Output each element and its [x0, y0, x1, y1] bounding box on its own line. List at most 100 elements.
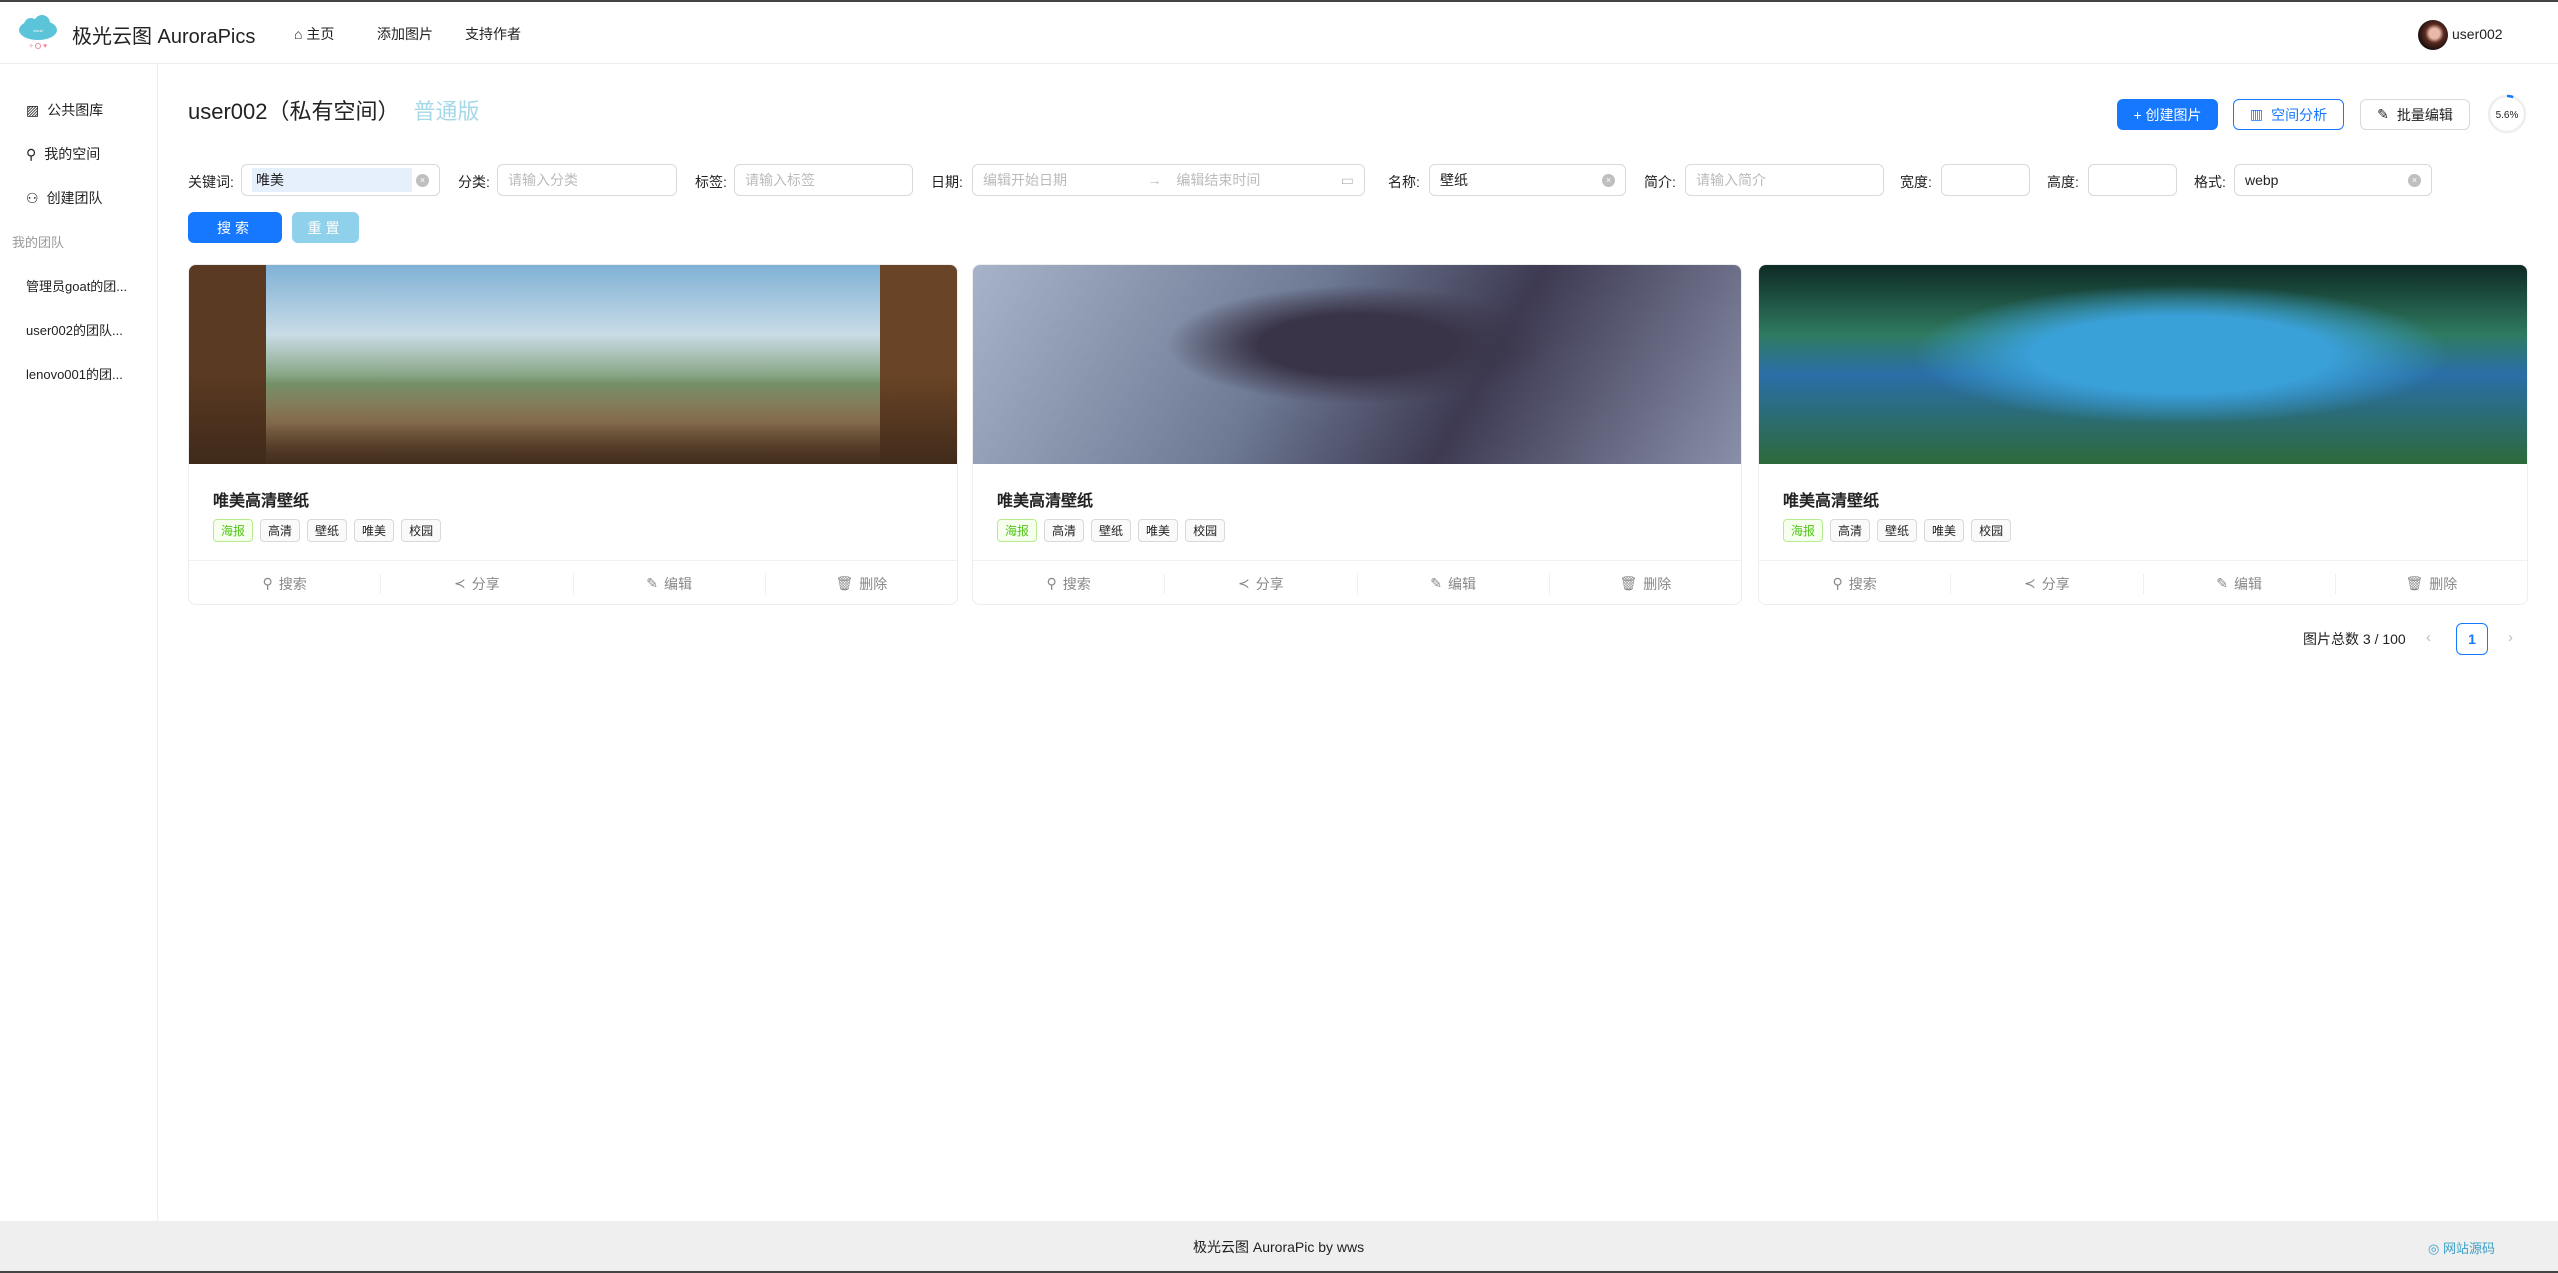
nav-home[interactable]: ⌂ 主页 [294, 24, 334, 44]
format-input[interactable]: webp × [2234, 164, 2432, 196]
tag: 高清 [1830, 519, 1871, 542]
search-icon: ⚲ [1832, 575, 1843, 591]
edit-action-button[interactable]: ✎ 编辑 [572, 573, 765, 594]
pagination-prev-button[interactable]: ‹ [2426, 629, 2431, 646]
space-name: user002（私有空间） [188, 99, 400, 124]
picture-title: 唯美高清壁纸 [997, 493, 1094, 510]
share-icon: ≺ [1238, 575, 1250, 591]
tag: 壁纸 [1877, 519, 1918, 542]
date-start-placeholder: 编辑开始日期 [983, 172, 1067, 188]
sidebar-team-item[interactable]: user002的团队... [26, 320, 123, 339]
sidebar-item-label: 公共图库 [47, 102, 104, 118]
format-value: webp [2245, 172, 2279, 188]
search-action-button[interactable]: ⚲ 搜索 [1759, 574, 1950, 594]
edit-icon: ✎ [2377, 106, 2389, 122]
search-button[interactable]: 搜索 [188, 212, 282, 243]
tag-list: 海报 高清 壁纸 唯美 校园 [213, 519, 442, 542]
share-action-button[interactable]: ≺ 分享 [1950, 573, 2142, 594]
action-label: 分享 [1255, 575, 1284, 592]
space-analysis-button[interactable]: ▥ 空间分析 [2233, 99, 2344, 130]
date-label: 日期: [931, 174, 963, 190]
pagination-page-1[interactable]: 1 [2456, 623, 2488, 655]
sidebar-item-my-space[interactable]: ⚲ 我的空间 [26, 144, 100, 164]
sidebar-team-item[interactable]: 管理员goat的团... [26, 276, 127, 295]
date-range-picker[interactable]: 编辑开始日期 → 编辑结束时间 ▭ [972, 164, 1365, 196]
intro-placeholder: 请输入简介 [1696, 172, 1766, 188]
team-icon: ⚇ [26, 189, 39, 206]
picture-icon: ▨ [26, 101, 40, 118]
action-label: 搜索 [278, 575, 307, 592]
action-label: 编辑 [663, 575, 692, 592]
share-action-button[interactable]: ≺ 分享 [1164, 573, 1356, 594]
category-label: 分类: [458, 174, 490, 190]
footer: 极光云图 AuroraPic by wws ◎ 网站源码 [0, 1221, 2558, 1273]
nav-support-author[interactable]: 支持作者 [465, 24, 521, 44]
tag: 唯美 [1138, 519, 1179, 542]
search-action-button[interactable]: ⚲ 搜索 [973, 574, 1164, 594]
tag: 高清 [260, 519, 301, 542]
delete-icon: 🗑 [1619, 575, 1638, 591]
delete-icon: 🗑 [835, 575, 854, 591]
delete-action-button[interactable]: 🗑 删除 [764, 573, 957, 594]
height-input[interactable] [2088, 164, 2177, 196]
picture-card[interactable]: 唯美高清壁纸 海报 高清 壁纸 唯美 校园 ⚲ 搜索 ≺ 分享 ✎ 编辑 🗑 删除 [188, 264, 958, 605]
card-actions: ⚲ 搜索 ≺ 分享 ✎ 编辑 🗑 删除 [1759, 560, 2527, 604]
edit-action-button[interactable]: ✎ 编辑 [1356, 573, 1549, 594]
svg-text:+: + [29, 43, 33, 50]
reset-button[interactable]: 重置 [292, 212, 359, 243]
picture-card[interactable]: 唯美 高清壁纸 海报 高清 壁纸 唯美 校园 ⚲ 搜索 ≺ 分享 ✎ 编辑 🗑 删除 [1758, 264, 2528, 605]
action-label: 搜索 [1062, 575, 1091, 592]
width-input[interactable] [1941, 164, 2030, 196]
avatar[interactable] [2418, 20, 2448, 50]
source-code-link[interactable]: ◎ 网站源码 [2428, 1238, 2495, 1257]
create-picture-button[interactable]: + 创建图片 [2117, 99, 2218, 130]
share-action-button[interactable]: ≺ 分享 [380, 573, 572, 594]
name-label: 名称: [1388, 174, 1420, 190]
pagination-next-button[interactable]: › [2508, 629, 2513, 646]
usage-progress-ring: 5.6% [2487, 94, 2527, 134]
delete-action-button[interactable]: 🗑 删除 [2334, 573, 2527, 594]
edit-icon: ✎ [1430, 575, 1442, 591]
action-label: 编辑 [1447, 575, 1476, 592]
calendar-icon: ▭ [1340, 171, 1354, 188]
nav-add-picture[interactable]: 添加图片 [377, 24, 433, 44]
clear-icon[interactable]: × [416, 174, 429, 187]
name-input[interactable]: 壁纸 × [1429, 164, 1626, 196]
edit-action-button[interactable]: ✎ 编辑 [2142, 573, 2335, 594]
picture-card[interactable]: 唯美高清壁纸 海报 高清 壁纸 唯美 校园 ⚲ 搜索 ≺ 分享 ✎ 编辑 🗑 删除 [972, 264, 1742, 605]
keyword-value: 唯美 [252, 168, 412, 192]
intro-input[interactable]: 请输入简介 [1685, 164, 1884, 196]
clear-icon[interactable]: × [1602, 174, 1615, 187]
keyword-input[interactable]: 唯美 × [241, 164, 440, 196]
picture-thumbnail[interactable] [973, 265, 1741, 464]
picture-thumbnail[interactable] [189, 265, 957, 464]
tags-label: 标签: [695, 174, 727, 190]
tag: 唯美 [354, 519, 395, 542]
tag-list: 海报 高清 壁纸 唯美 校园 [1783, 519, 2012, 542]
search-action-button[interactable]: ⚲ 搜索 [189, 574, 380, 594]
clear-icon[interactable]: × [2408, 174, 2421, 187]
sidebar-item-public-gallery[interactable]: ▨ 公共图库 [26, 100, 103, 120]
picture-thumbnail[interactable] [1759, 265, 2527, 464]
share-icon: ≺ [454, 575, 466, 591]
arrow-right-icon: → [1147, 172, 1162, 188]
sidebar-team-item[interactable]: lenovo001的团... [26, 364, 123, 383]
tag: 唯美 [1924, 519, 1965, 542]
usage-percent-text: 5.6% [2496, 110, 2519, 121]
batch-edit-button[interactable]: ✎ 批量编辑 [2360, 99, 2470, 130]
search-icon: ⚲ [1046, 575, 1057, 591]
category-input[interactable]: 请输入分类 [497, 164, 677, 196]
home-icon: ⌂ [294, 26, 307, 42]
format-label: 格式: [2194, 174, 2226, 190]
username[interactable]: user002 [2452, 26, 2503, 42]
delete-action-button[interactable]: 🗑 删除 [1548, 573, 1741, 594]
keyword-label: 关键词: [188, 174, 234, 190]
sidebar-item-create-team[interactable]: ⚇ 创建团队 [26, 188, 103, 208]
action-label: 搜索 [1848, 575, 1877, 592]
sidebar-item-label: 创建团队 [46, 190, 103, 206]
intro-label: 简介: [1644, 174, 1676, 190]
tag-list: 海报 高清 壁纸 唯美 校园 [997, 519, 1226, 542]
tags-input[interactable]: 请输入标签 [734, 164, 913, 196]
tag: 校园 [1185, 519, 1226, 542]
category-tag: 海报 [213, 519, 254, 542]
